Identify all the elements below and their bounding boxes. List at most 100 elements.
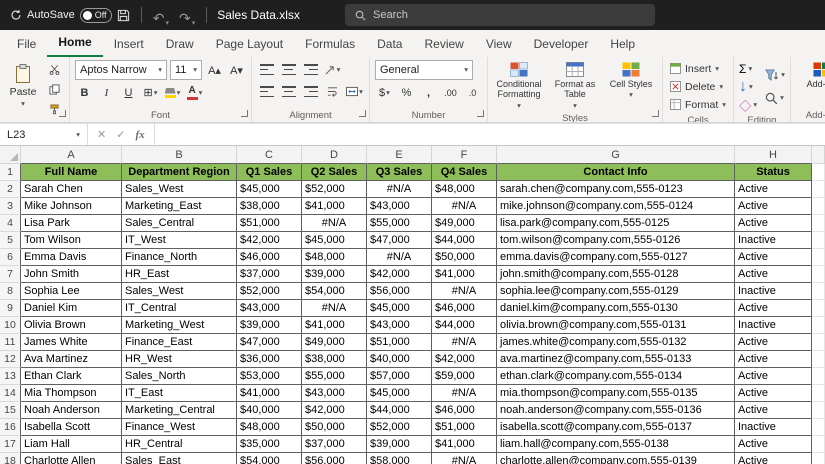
copy-button[interactable]: [45, 80, 64, 99]
cell-C2[interactable]: $45,000: [237, 181, 302, 198]
autosum-button[interactable]: Σ ▾: [739, 60, 757, 77]
cell-D18[interactable]: $56,000: [302, 453, 367, 464]
cell-H5[interactable]: Inactive: [735, 232, 812, 249]
autosave-toggle[interactable]: Off: [79, 7, 112, 23]
cell-D15[interactable]: $42,000: [302, 402, 367, 419]
cell-F10[interactable]: $44,000: [432, 317, 497, 334]
decrease-decimal-button[interactable]: .0: [463, 83, 482, 102]
insert-function-button[interactable]: fx: [135, 129, 144, 141]
fill-button[interactable]: ↓ ▾: [739, 78, 757, 95]
cell-E10[interactable]: $43,000: [367, 317, 432, 334]
find-select-button[interactable]: ▾: [765, 90, 785, 107]
paste-button[interactable]: Paste ▾: [5, 60, 41, 112]
cell-G7[interactable]: john.smith@company.com,555-0128: [497, 266, 735, 283]
cell-A9[interactable]: Daniel Kim: [21, 300, 122, 317]
tab-page-layout[interactable]: Page Layout: [205, 32, 294, 57]
tab-developer[interactable]: Developer: [523, 32, 600, 57]
cell-D14[interactable]: $43,000: [302, 385, 367, 402]
insert-cells-button[interactable]: Insert ▾: [668, 60, 728, 77]
cell-F15[interactable]: $46,000: [432, 402, 497, 419]
cell-H16[interactable]: Inactive: [735, 419, 812, 436]
cell-G3[interactable]: mike.johnson@company.com,555-0124: [497, 198, 735, 215]
column-header-G[interactable]: G: [497, 146, 735, 164]
cell-C13[interactable]: $53,000: [237, 368, 302, 385]
cell-D4[interactable]: #N/A: [302, 215, 367, 232]
underline-button[interactable]: U: [119, 83, 138, 102]
cell-A11[interactable]: James White: [21, 334, 122, 351]
align-right-button[interactable]: [301, 82, 320, 101]
cell-E8[interactable]: $56,000: [367, 283, 432, 300]
cut-button[interactable]: [45, 60, 64, 79]
cell-B4[interactable]: Sales_Central: [122, 215, 237, 232]
cell-F2[interactable]: $48,000: [432, 181, 497, 198]
cell-A15[interactable]: Noah Anderson: [21, 402, 122, 419]
comma-style-button[interactable]: ,: [419, 83, 438, 102]
cell-B3[interactable]: Marketing_East: [122, 198, 237, 215]
cell-G14[interactable]: mia.thompson@company.com,555-0135: [497, 385, 735, 402]
row-header-13[interactable]: 13: [0, 368, 21, 385]
cell-B9[interactable]: IT_Central: [122, 300, 237, 317]
row-header-1[interactable]: 1: [0, 164, 21, 181]
save-button[interactable]: [112, 3, 135, 27]
column-header-C[interactable]: C: [237, 146, 302, 164]
cell-E13[interactable]: $57,000: [367, 368, 432, 385]
cell-B15[interactable]: Marketing_Central: [122, 402, 237, 419]
cell-B13[interactable]: Sales_North: [122, 368, 237, 385]
cell-H6[interactable]: Active: [735, 249, 812, 266]
italic-button[interactable]: I: [97, 83, 116, 102]
cell-F13[interactable]: $59,000: [432, 368, 497, 385]
fill-color-button[interactable]: ▾: [163, 83, 182, 102]
cell-H14[interactable]: Active: [735, 385, 812, 402]
cell-H8[interactable]: Inactive: [735, 283, 812, 300]
column-header-F[interactable]: F: [432, 146, 497, 164]
cell-C14[interactable]: $41,000: [237, 385, 302, 402]
font-dialog-launcher[interactable]: [241, 110, 248, 117]
column-header-E[interactable]: E: [367, 146, 432, 164]
borders-button[interactable]: ⊞ ▾: [141, 83, 160, 102]
align-middle-button[interactable]: [279, 60, 298, 79]
grow-font-button[interactable]: A▴: [205, 61, 224, 80]
cell-G4[interactable]: lisa.park@company.com,555-0125: [497, 215, 735, 232]
cell-D8[interactable]: $54,000: [302, 283, 367, 300]
cell-G8[interactable]: sophia.lee@company.com,555-0129: [497, 283, 735, 300]
cell-B16[interactable]: Finance_West: [122, 419, 237, 436]
cell-E16[interactable]: $52,000: [367, 419, 432, 436]
cell-G15[interactable]: noah.anderson@company.com,555-0136: [497, 402, 735, 419]
row-header-2[interactable]: 2: [0, 181, 21, 198]
cell-B17[interactable]: HR_Central: [122, 436, 237, 453]
cell-A17[interactable]: Liam Hall: [21, 436, 122, 453]
alignment-dialog-launcher[interactable]: [359, 110, 366, 117]
row-header-11[interactable]: 11: [0, 334, 21, 351]
orientation-button[interactable]: ▾: [323, 60, 342, 79]
tab-home[interactable]: Home: [47, 30, 103, 57]
column-header-H[interactable]: H: [735, 146, 812, 164]
tab-draw[interactable]: Draw: [155, 32, 205, 57]
cell-C17[interactable]: $35,000: [237, 436, 302, 453]
search-input[interactable]: Search: [345, 4, 655, 26]
cell-F1[interactable]: Q4 Sales: [432, 164, 497, 181]
tab-formulas[interactable]: Formulas: [294, 32, 366, 57]
formula-input[interactable]: [154, 124, 825, 145]
cell-H7[interactable]: Active: [735, 266, 812, 283]
percent-style-button[interactable]: %: [397, 83, 416, 102]
cell-G10[interactable]: olivia.brown@company.com,555-0131: [497, 317, 735, 334]
cell-E3[interactable]: $43,000: [367, 198, 432, 215]
column-header-D[interactable]: D: [302, 146, 367, 164]
cell-C6[interactable]: $46,000: [237, 249, 302, 266]
cell-G2[interactable]: sarah.chen@company.com,555-0123: [497, 181, 735, 198]
cell-H18[interactable]: Active: [735, 453, 812, 464]
cell-C12[interactable]: $36,000: [237, 351, 302, 368]
align-top-button[interactable]: [257, 60, 276, 79]
styles-dialog-launcher[interactable]: [652, 110, 659, 117]
tab-file[interactable]: File: [6, 32, 47, 57]
cell-A4[interactable]: Lisa Park: [21, 215, 122, 232]
cell-F14[interactable]: #N/A: [432, 385, 497, 402]
cell-H2[interactable]: Active: [735, 181, 812, 198]
row-header-17[interactable]: 17: [0, 436, 21, 453]
tab-review[interactable]: Review: [413, 32, 474, 57]
tab-data[interactable]: Data: [366, 32, 413, 57]
row-header-12[interactable]: 12: [0, 351, 21, 368]
cell-H17[interactable]: Active: [735, 436, 812, 453]
format-as-table-button[interactable]: Format as Table ▾: [549, 60, 601, 111]
cell-E6[interactable]: #N/A: [367, 249, 432, 266]
